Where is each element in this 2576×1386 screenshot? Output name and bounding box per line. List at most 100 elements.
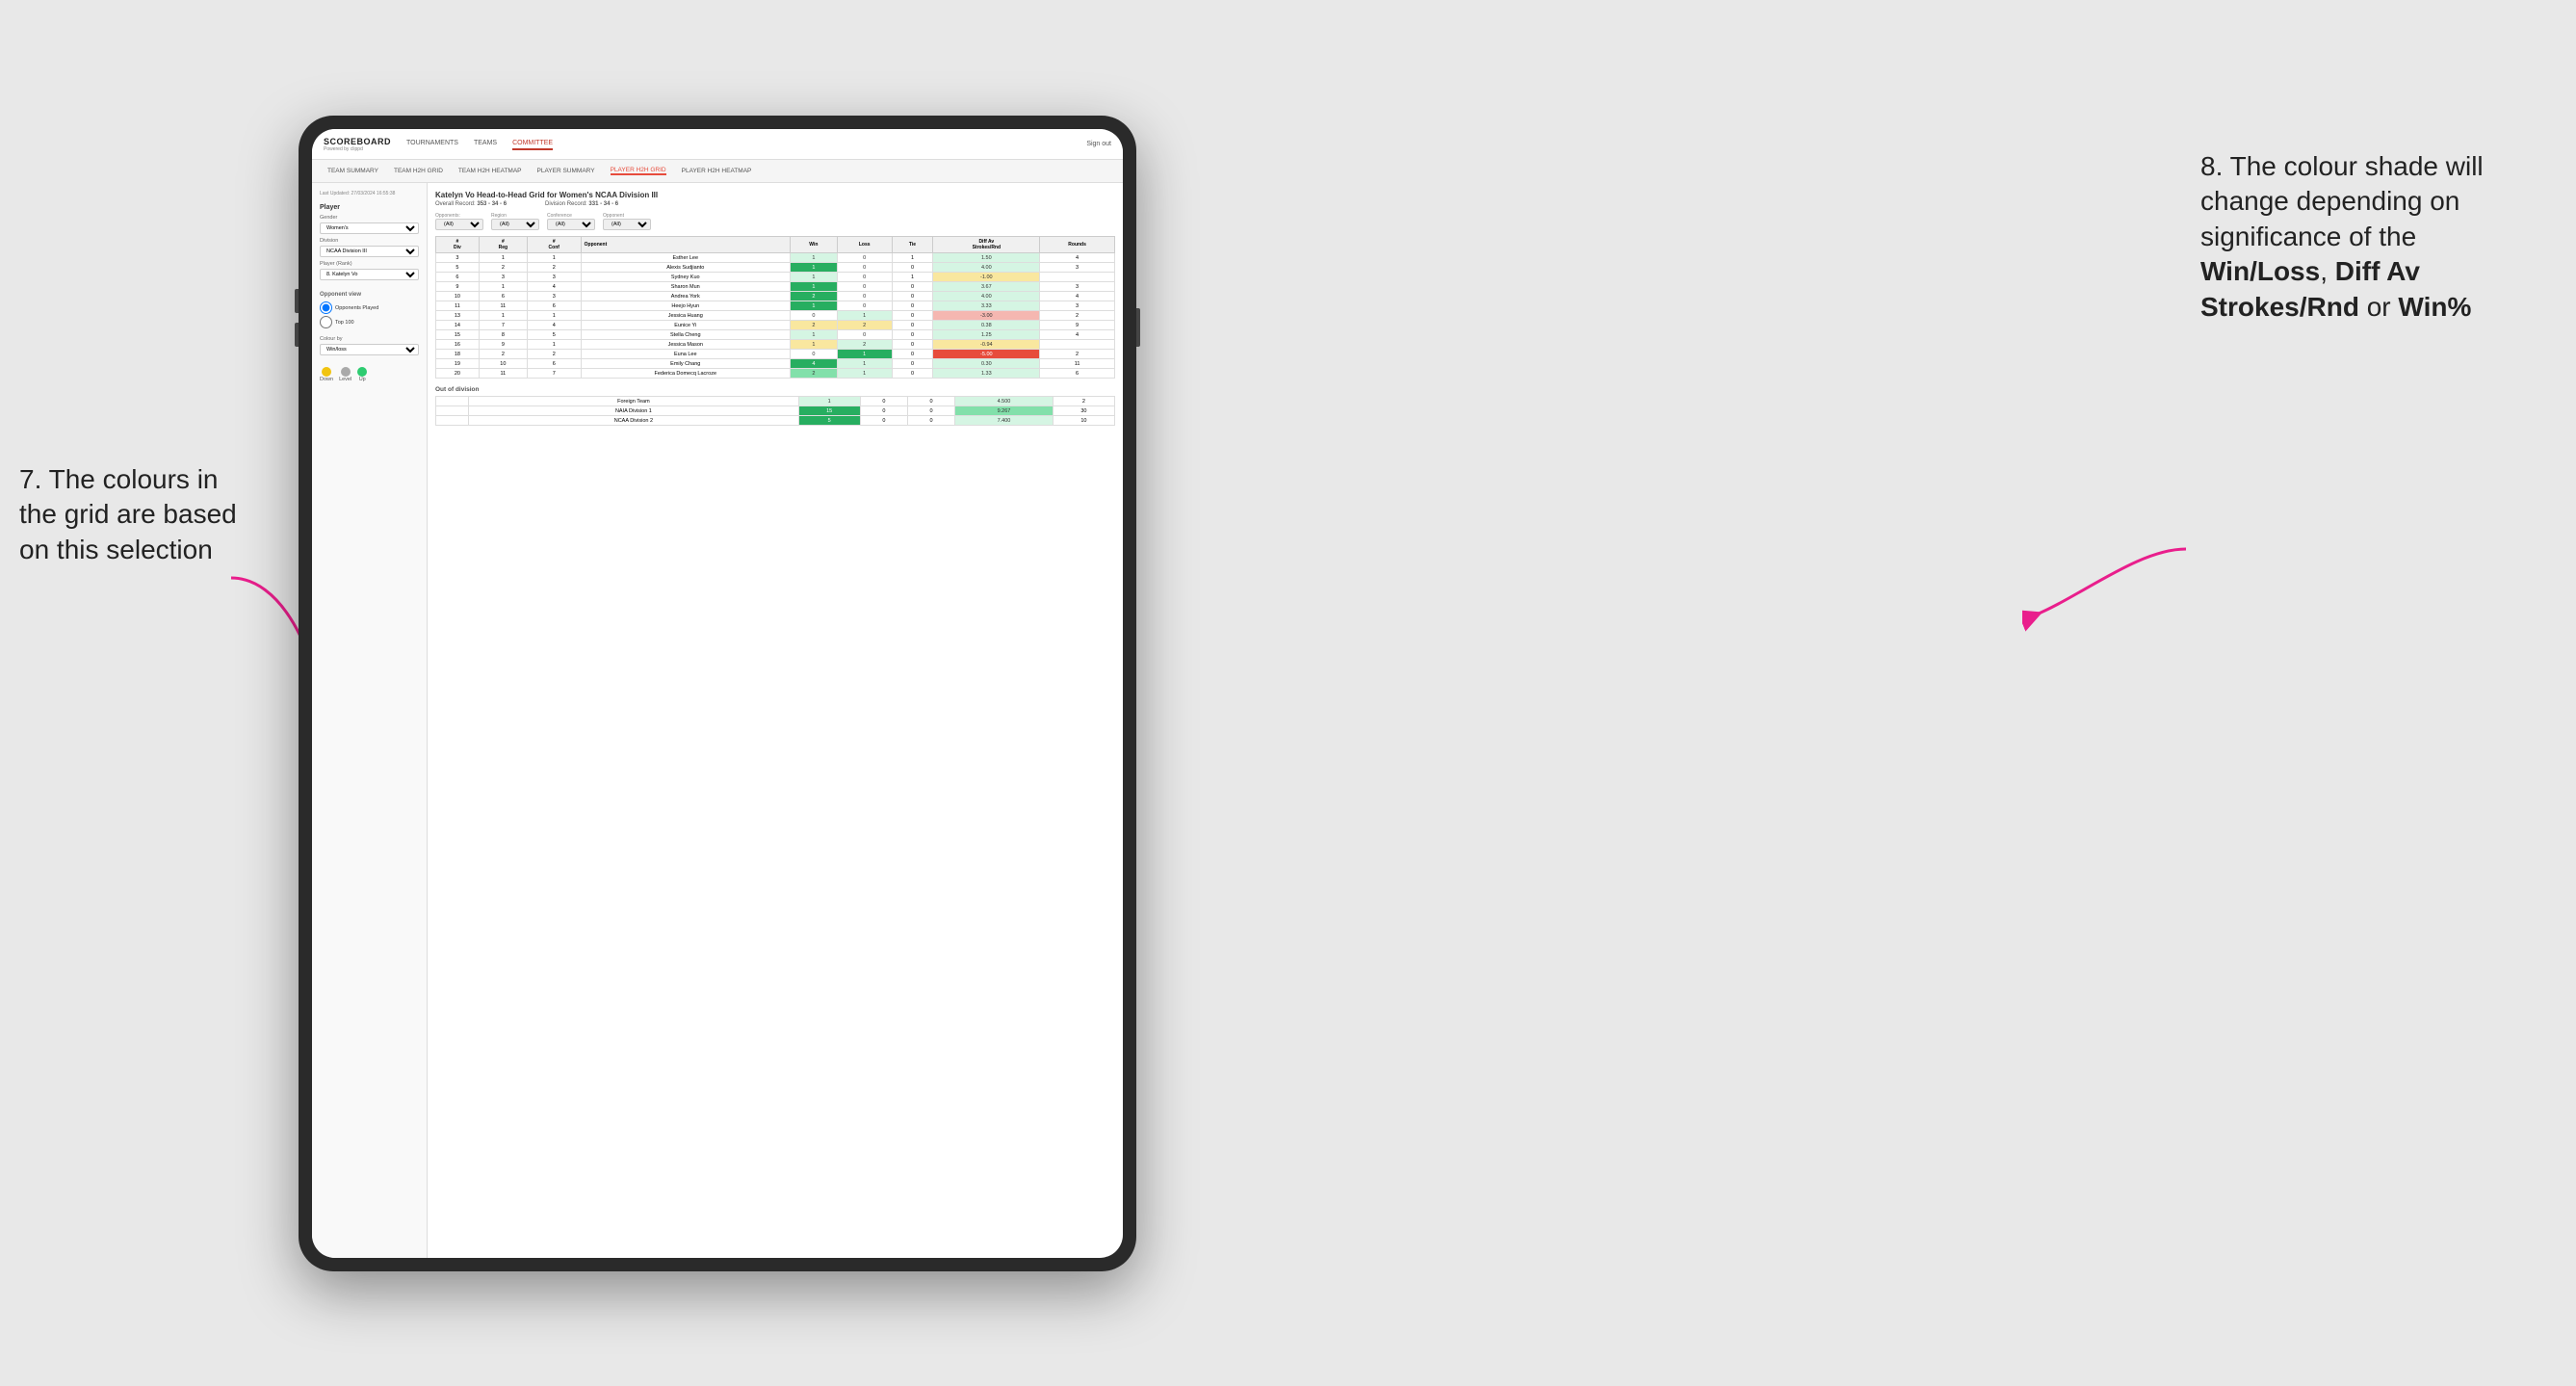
out-of-division-header: Out of division <box>435 386 1115 393</box>
col-header-div: #Div <box>436 237 480 253</box>
sub-nav-team-h2h-heatmap[interactable]: TEAM H2H HEATMAP <box>458 168 522 174</box>
cell-div: 3 <box>436 253 480 263</box>
colour-by-select[interactable]: Win/loss <box>320 344 419 355</box>
cell-loss: 0 <box>837 263 892 273</box>
cell-tie: 0 <box>892 311 933 321</box>
table-row: 3 1 1 Esther Lee 1 0 1 1.50 4 <box>436 253 1115 263</box>
legend-down-label: Down <box>320 377 333 382</box>
cell-opponent: Euna Lee <box>581 350 790 359</box>
cell-rounds: 6 <box>1040 369 1115 379</box>
opponents-played-radio[interactable]: Opponents Played <box>320 301 419 314</box>
conference-filter-select[interactable]: (All) <box>547 219 595 230</box>
nav-teams[interactable]: TEAMS <box>474 138 497 150</box>
cell-tie: 0 <box>892 263 933 273</box>
cell-tie: 0 <box>892 321 933 330</box>
cell-tie: 0 <box>892 330 933 340</box>
col-header-loss: Loss <box>837 237 892 253</box>
opponent-view-radio-group: Opponents Played Top 100 <box>320 301 419 328</box>
logo-text: SCOREBOARD <box>324 137 391 146</box>
cell-opponent: Andrea York <box>581 292 790 301</box>
cell-win: 1 <box>790 301 837 311</box>
cell-rounds: 3 <box>1040 263 1115 273</box>
sub-nav-team-summary[interactable]: TEAM SUMMARY <box>327 168 378 174</box>
nav-items: TOURNAMENTS TEAMS COMMITTEE <box>406 138 1086 150</box>
cell-reg: 11 <box>479 369 527 379</box>
sub-nav: TEAM SUMMARY TEAM H2H GRID TEAM H2H HEAT… <box>312 160 1123 183</box>
gender-select[interactable]: Women's <box>320 222 419 234</box>
nav-tournaments[interactable]: TOURNAMENTS <box>406 138 458 150</box>
cell-loss: 1 <box>837 369 892 379</box>
cell-loss: 1 <box>837 359 892 369</box>
nav-bar: SCOREBOARD Powered by clippd TOURNAMENTS… <box>312 129 1123 160</box>
cell-conf: 4 <box>527 321 581 330</box>
cell-diff: 1.25 <box>933 330 1040 340</box>
player-rank-label: Player (Rank) <box>320 261 419 267</box>
cell-diff: -1.00 <box>933 273 1040 282</box>
cell-win: 2 <box>790 369 837 379</box>
sub-nav-player-h2h-grid[interactable]: PLAYER H2H GRID <box>611 167 666 175</box>
volume-up-button[interactable] <box>295 289 299 313</box>
cell-reg: 2 <box>479 263 527 273</box>
cell-conf: 3 <box>527 292 581 301</box>
cell-win: 1 <box>790 263 837 273</box>
main-content: Last Updated: 27/03/2024 16:55:38 Player… <box>312 183 1123 1258</box>
cell-diff: 4.00 <box>933 263 1040 273</box>
sidebar-player-title: Player <box>320 204 419 211</box>
cell-conf: 1 <box>527 340 581 350</box>
cell-diff: 4.00 <box>933 292 1040 301</box>
cell-reg: 2 <box>479 350 527 359</box>
cell-opponent: Jessica Mason <box>581 340 790 350</box>
cell-div: 15 <box>436 330 480 340</box>
division-select[interactable]: NCAA Division III <box>320 246 419 257</box>
division-record-label: Division Record: 331 - 34 - 6 <box>545 201 618 207</box>
cell-diff: 0.38 <box>933 321 1040 330</box>
content-area: Katelyn Vo Head-to-Head Grid for Women's… <box>428 183 1123 1258</box>
cell-opponent: Heejo Hyun <box>581 301 790 311</box>
col-header-rounds: Rounds <box>1040 237 1115 253</box>
table-row: 19 10 6 Emily Chang 4 1 0 0.30 11 <box>436 359 1115 369</box>
cell-div: 20 <box>436 369 480 379</box>
volume-down-button[interactable] <box>295 323 299 347</box>
ood-cell-opponent: NCAA Division 2 <box>469 416 798 426</box>
legend-level-label: Level <box>339 377 351 382</box>
cell-loss: 2 <box>837 340 892 350</box>
cell-rounds: 3 <box>1040 301 1115 311</box>
nav-right: Sign out <box>1086 141 1111 147</box>
ood-cell-diff: 9.267 <box>955 406 1054 416</box>
ood-cell-diff: 7.400 <box>955 416 1054 426</box>
sub-nav-team-h2h-grid[interactable]: TEAM H2H GRID <box>394 168 443 174</box>
ood-cell-loss: 0 <box>860 416 907 426</box>
opponent-filter-select[interactable]: (All) <box>603 219 651 230</box>
cell-loss: 1 <box>837 311 892 321</box>
cell-div: 14 <box>436 321 480 330</box>
cell-rounds: 2 <box>1040 311 1115 321</box>
nav-sign-out[interactable]: Sign out <box>1086 141 1111 147</box>
player-rank-select[interactable]: 8. Katelyn Vo <box>320 269 419 280</box>
region-filter: Region (All) <box>491 213 539 230</box>
cell-opponent: Stella Cheng <box>581 330 790 340</box>
top100-radio[interactable]: Top 100 <box>320 316 419 328</box>
power-button[interactable] <box>1136 308 1140 347</box>
ood-table-row: NAIA Division 1 15 0 0 9.267 30 <box>436 406 1115 416</box>
cell-conf: 5 <box>527 330 581 340</box>
ood-table-row: Foreign Team 1 0 0 4.500 2 <box>436 397 1115 406</box>
logo-sub: Powered by clippd <box>324 146 391 152</box>
nav-committee[interactable]: COMMITTEE <box>512 138 553 150</box>
cell-div: 16 <box>436 340 480 350</box>
record-row: Overall Record: 353 - 34 - 6 Division Re… <box>435 201 1115 207</box>
cell-reg: 1 <box>479 253 527 263</box>
opponents-filter-select[interactable]: (All) <box>435 219 483 230</box>
cell-win: 0 <box>790 311 837 321</box>
cell-reg: 6 <box>479 292 527 301</box>
ood-cell-rounds: 10 <box>1053 416 1114 426</box>
cell-reg: 8 <box>479 330 527 340</box>
cell-div: 18 <box>436 350 480 359</box>
cell-tie: 0 <box>892 359 933 369</box>
opponent-view-label: Opponent view <box>320 292 419 298</box>
cell-loss: 0 <box>837 273 892 282</box>
cell-div: 11 <box>436 301 480 311</box>
sub-nav-player-h2h-heatmap[interactable]: PLAYER H2H HEATMAP <box>682 168 752 174</box>
region-filter-select[interactable]: (All) <box>491 219 539 230</box>
sub-nav-player-summary[interactable]: PLAYER SUMMARY <box>537 168 595 174</box>
cell-reg: 7 <box>479 321 527 330</box>
